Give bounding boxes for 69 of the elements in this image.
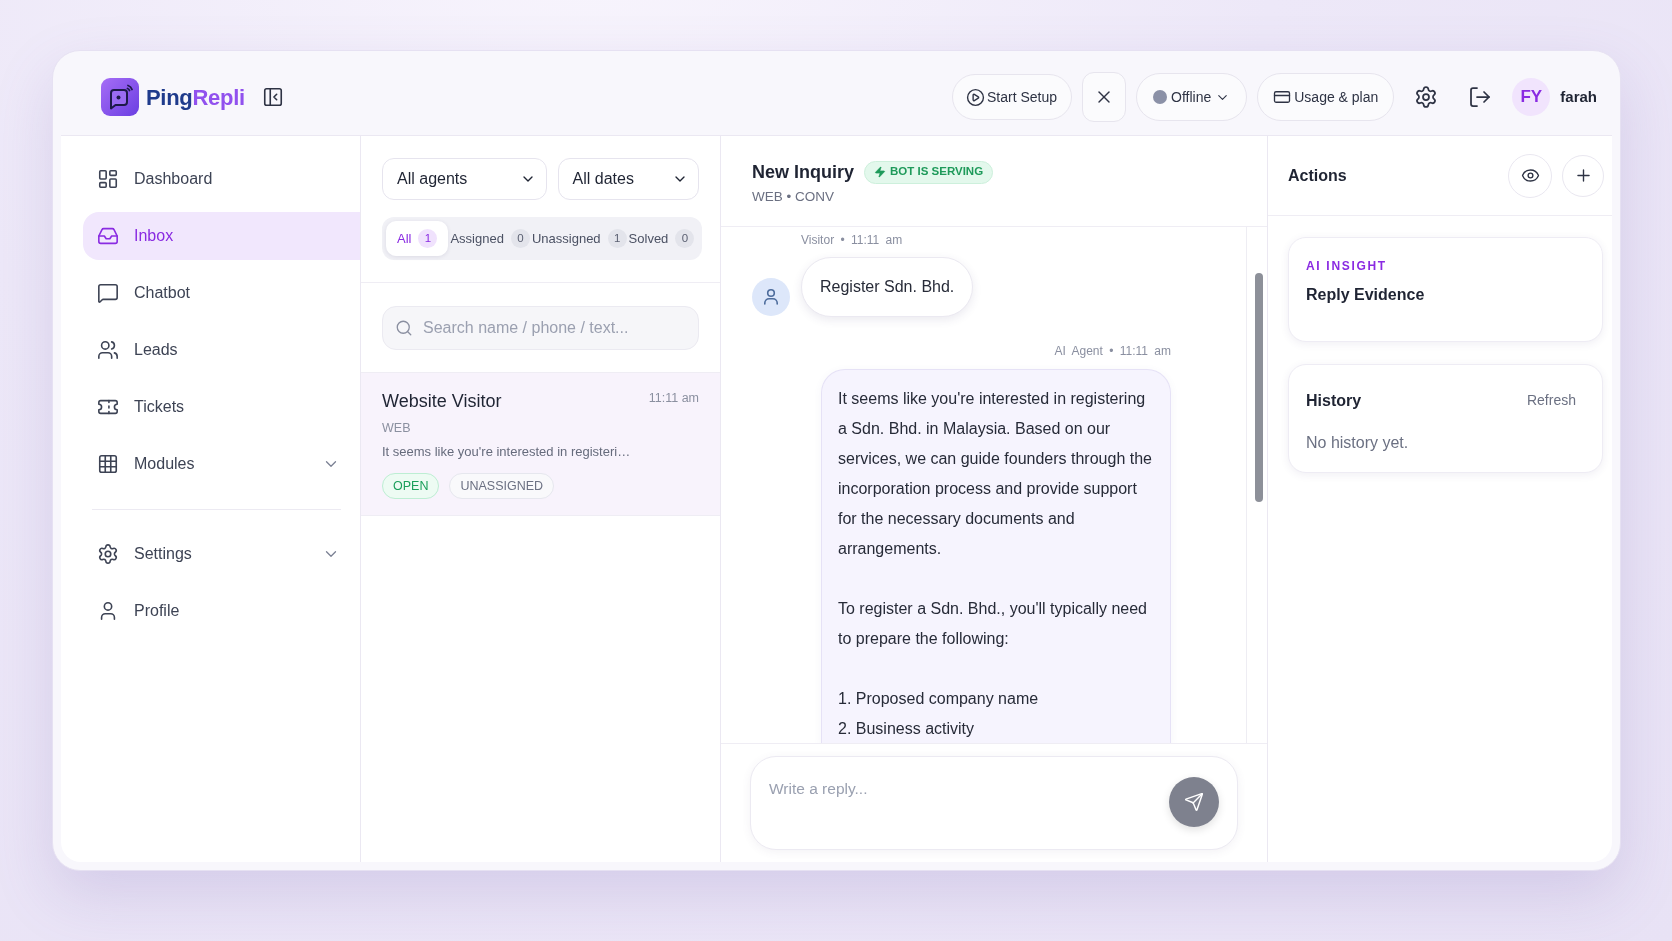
send-icon: [1184, 792, 1204, 812]
sidebar-item[interactable]: Profile: [83, 587, 360, 635]
sidebar-item[interactable]: Tickets: [83, 383, 360, 431]
view-button[interactable]: [1508, 153, 1552, 198]
tab-count: 0: [510, 229, 530, 248]
filter-tab[interactable]: Unassigned 1: [531, 221, 627, 256]
layout-grid-icon: [97, 168, 119, 190]
filter-tab[interactable]: All 1: [386, 221, 449, 256]
settings-icon[interactable]: [1414, 85, 1439, 109]
user-avatar[interactable]: FY: [1512, 78, 1551, 116]
empty-history-text: No history yet.: [1306, 433, 1409, 453]
history-title: History: [1306, 390, 1362, 411]
play-icon: [966, 87, 985, 107]
usage-plan-button[interactable]: Usage & plan: [1257, 73, 1395, 121]
inbox-tray-icon: [97, 225, 119, 247]
eye-icon: [1520, 166, 1540, 185]
conversation-title: New Inquiry: [752, 161, 854, 184]
message-text: It seems like you're interested in registering a Sdn. Bhd. in Malaysia. Based on our services, we can guide founders through the incorporation process and provide support for the necessary documents and arrangements.: [838, 389, 1153, 559]
conversation-subtitle: WEB • CONV: [752, 188, 834, 206]
lightning-icon: [874, 166, 886, 178]
scrollbar-thumb[interactable]: [1255, 273, 1263, 502]
grid-icon: [97, 453, 119, 475]
contact-name: Website Visitor: [382, 390, 502, 413]
assignment-tag: UNASSIGNED: [449, 473, 555, 499]
channel-label: WEB: [382, 420, 411, 437]
tab-count: 1: [418, 229, 438, 248]
filter-tab[interactable]: Solved 0: [628, 221, 695, 256]
sidebar-item[interactable]: Dashboard: [83, 155, 360, 203]
reply-field[interactable]: Write a reply...: [750, 756, 1238, 850]
agent-select[interactable]: All agents: [382, 158, 547, 200]
message-meta: AI Agent • 11:11 am: [1054, 343, 1171, 359]
close-button[interactable]: [1082, 72, 1127, 122]
sidebar-item[interactable]: Modules: [83, 440, 360, 488]
tab-count: 1: [607, 229, 627, 248]
insight-title: Reply Evidence: [1306, 285, 1425, 305]
users-icon: [97, 339, 119, 361]
refresh-link[interactable]: Refresh: [1526, 390, 1576, 411]
message-meta: Visitor • 11:11 am: [801, 232, 903, 248]
date-select[interactable]: All dates: [557, 158, 699, 200]
logo-icon: [101, 78, 139, 116]
conversation-item[interactable]: Website Visitor 11:11 am WEB It seems like you're interested in registeri… OPEN UNASSIGNED: [361, 373, 720, 516]
message-text: To register a Sdn. Bhd., you'll typically need to prepare the following:: [838, 599, 1148, 649]
insight-label: AI INSIGHT: [1306, 258, 1387, 274]
message-text: Register Sdn. Bhd.: [820, 277, 955, 297]
logo-text: PingRepli: [146, 83, 245, 112]
sidebar-item[interactable]: Chatbot: [83, 269, 360, 317]
user-avatar-icon: [752, 278, 790, 316]
filter-tab[interactable]: Assigned 0: [450, 221, 530, 256]
list-item: 2. Business activity: [838, 719, 976, 739]
logout-icon[interactable]: [1468, 85, 1493, 109]
search-field[interactable]: Search name / phone / text...: [382, 306, 699, 350]
message-preview: It seems like you're interested in registeri…: [382, 443, 631, 461]
panel-title: Actions: [1288, 165, 1347, 186]
tab-count: 0: [675, 229, 695, 248]
search-icon: [395, 319, 413, 337]
settings-icon: [97, 543, 119, 565]
sidebar-item[interactable]: Settings: [83, 530, 360, 578]
message-time: 11:11 am: [648, 390, 699, 407]
chat-bubble-icon: [97, 282, 119, 304]
list-item: 1. Proposed company name: [838, 689, 1040, 709]
user-name: farah: [1560, 86, 1597, 107]
bot-status-label: BOT IS SERVING: [890, 164, 984, 180]
credit-card-icon: [1273, 88, 1292, 106]
sidebar-item[interactable]: Inbox: [83, 212, 360, 260]
start-setup-button[interactable]: Start Setup: [952, 74, 1073, 120]
status-tag: OPEN: [382, 473, 440, 499]
panel-toggle-icon[interactable]: [261, 86, 284, 108]
sidebar-item[interactable]: Leads: [83, 326, 360, 374]
status-dropdown[interactable]: Offline: [1136, 73, 1248, 121]
